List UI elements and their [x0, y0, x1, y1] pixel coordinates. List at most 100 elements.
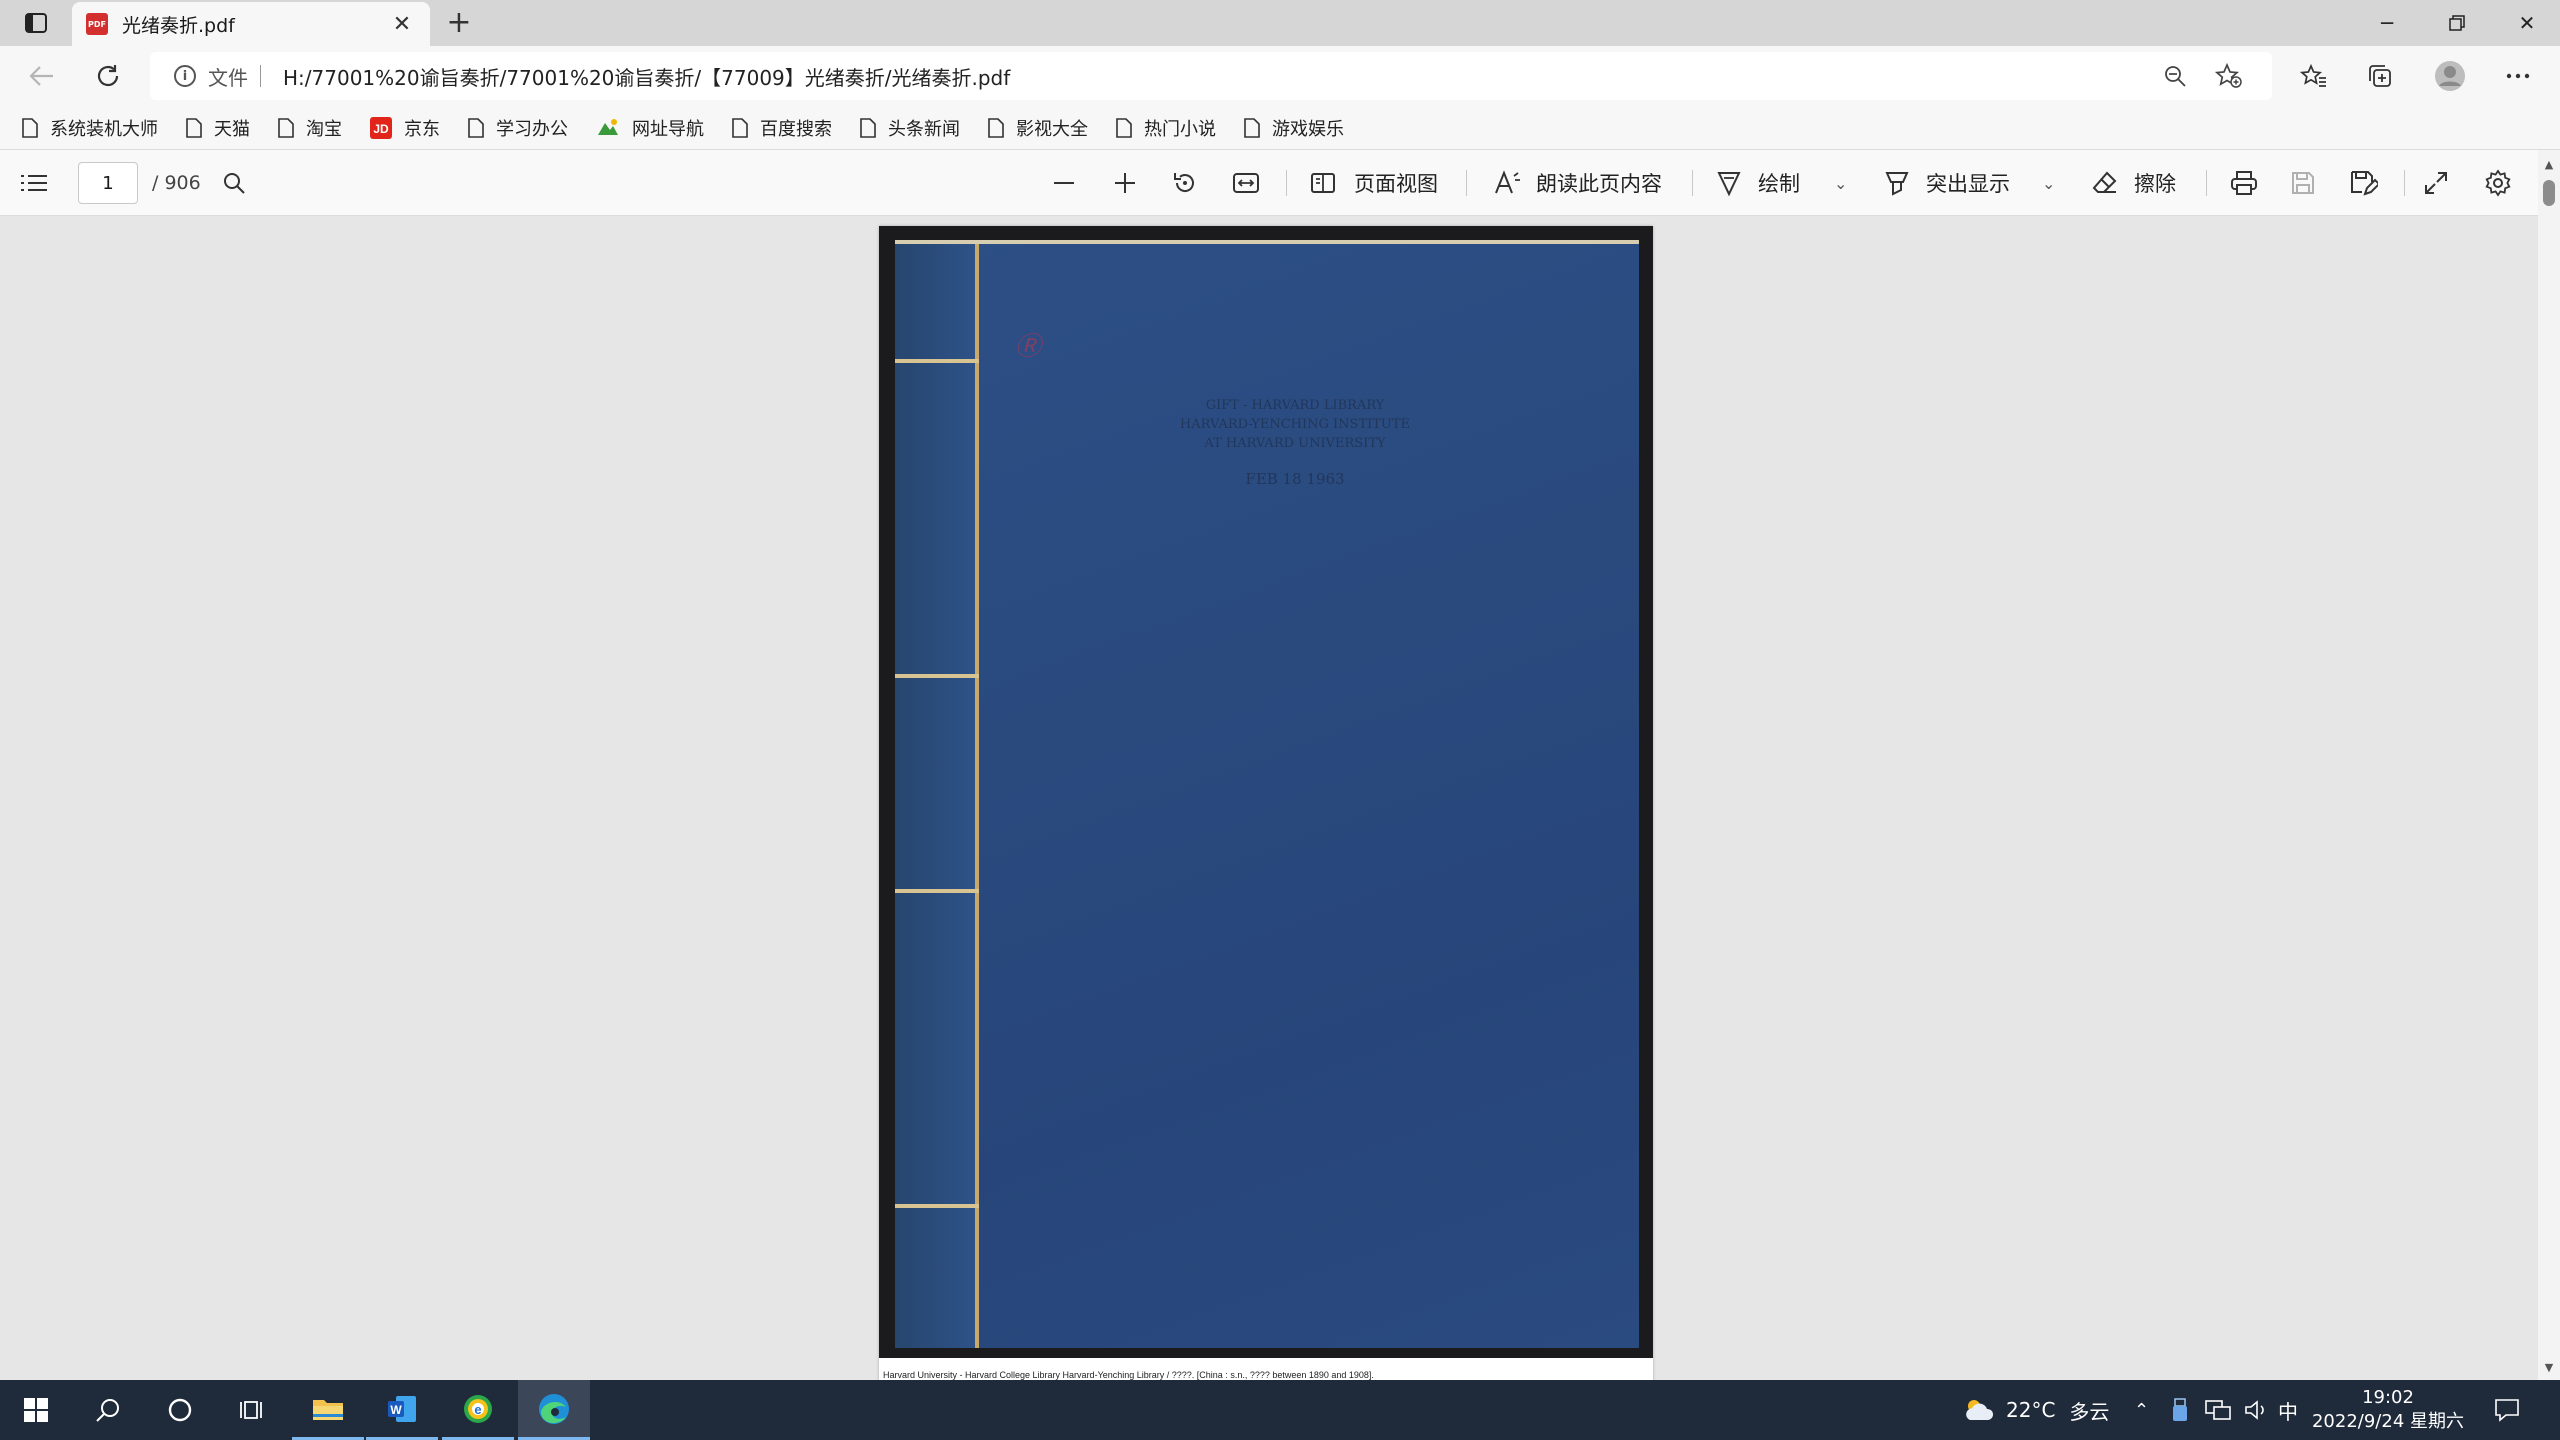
- zoom-out-icon[interactable]: [2156, 57, 2194, 95]
- print-button[interactable]: [2230, 150, 2258, 216]
- input-method-indicator[interactable]: 中: [2278, 1380, 2298, 1440]
- browser-ie-button[interactable]: e: [442, 1380, 514, 1440]
- pdf-settings-button[interactable]: [2484, 150, 2512, 216]
- rotate-icon: [1174, 173, 1194, 192]
- bookmark-item[interactable]: 淘宝: [278, 115, 342, 141]
- word-button[interactable]: W: [366, 1380, 438, 1440]
- search-button[interactable]: [72, 1380, 144, 1440]
- file-explorer-button[interactable]: [292, 1380, 364, 1440]
- library-stamp-date: FEB 18 1963: [1245, 470, 1345, 488]
- address-bar[interactable]: i 文件 H:/77001%20谕旨奏折/77001%20谕旨奏折/【77009…: [150, 52, 2272, 100]
- back-button[interactable]: [22, 56, 62, 96]
- clock-date: 2022/9/24 星期六: [2311, 1411, 2464, 1432]
- page-number-input[interactable]: 1: [78, 162, 138, 204]
- windows-logo-icon: [24, 1398, 48, 1422]
- zoom-out-button[interactable]: [1052, 150, 1076, 216]
- info-icon[interactable]: i: [174, 65, 196, 87]
- profile-button[interactable]: [2430, 56, 2470, 96]
- bookmark-item[interactable]: 游戏娱乐: [1244, 115, 1344, 141]
- page-icon: [988, 117, 1004, 138]
- active-tab[interactable]: PDF 光绪奏折.pdf ✕: [72, 2, 430, 46]
- navigation-bar: i 文件 H:/77001%20谕旨奏折/77001%20谕旨奏折/【77009…: [0, 46, 2560, 106]
- bookmark-item[interactable]: 学习办公: [468, 115, 568, 141]
- scroll-down-icon[interactable]: ▼: [2538, 1361, 2560, 1374]
- scrollbar-thumb[interactable]: [2543, 180, 2555, 206]
- page-view-button[interactable]: 页面视图: [1310, 150, 1438, 216]
- scheme-label: 文件: [208, 65, 248, 90]
- url-text[interactable]: H:/77001%20谕旨奏折/77001%20谕旨奏折/【77009】光绪奏折…: [283, 62, 2140, 91]
- new-tab-button[interactable]: +: [440, 4, 478, 42]
- toolbar-divider: [1286, 170, 1287, 196]
- minus-icon: [1054, 182, 1074, 184]
- fullscreen-button[interactable]: [2424, 150, 2448, 216]
- highlight-options-chevron-icon[interactable]: ⌄: [2042, 150, 2055, 216]
- page-icon: [22, 117, 38, 138]
- edge-button[interactable]: [518, 1380, 590, 1440]
- bookmark-item[interactable]: 影视大全: [988, 115, 1088, 141]
- address-divider: [260, 65, 261, 87]
- toolbar-divider: [1466, 170, 1467, 196]
- bookmark-item[interactable]: 热门小说: [1116, 115, 1216, 141]
- find-button[interactable]: [222, 150, 246, 216]
- system-clock[interactable]: 19:02 2022/9/24 星期六: [2308, 1386, 2468, 1434]
- page-icon: [1244, 117, 1260, 138]
- favorites-icon: [2300, 63, 2326, 87]
- read-aloud-label: 朗读此页内容: [1536, 172, 1662, 196]
- rotate-button[interactable]: [1172, 150, 1198, 216]
- scroll-up-icon[interactable]: ▲: [2538, 158, 2560, 171]
- collections-icon: [2369, 65, 2391, 87]
- svg-text:e: e: [474, 1402, 481, 1417]
- draw-button[interactable]: 绘制: [1716, 150, 1800, 216]
- highlight-icon: [1885, 172, 1909, 196]
- bookmark-label: 淘宝: [306, 118, 342, 140]
- word-icon: W: [388, 1395, 416, 1422]
- draw-options-chevron-icon[interactable]: ⌄: [1834, 150, 1847, 216]
- bookmark-item[interactable]: 网址导航: [596, 115, 704, 141]
- show-hidden-icons-chevron-icon[interactable]: ⌃: [2134, 1380, 2149, 1440]
- highlight-button[interactable]: 突出显示: [1884, 150, 2010, 216]
- notification-center-button[interactable]: [2494, 1380, 2520, 1440]
- tab-actions-button[interactable]: [10, 4, 62, 42]
- toolbar-divider: [2206, 170, 2207, 196]
- vertical-scrollbar[interactable]: ▲ ▼: [2538, 150, 2560, 1380]
- tab-close-icon[interactable]: ✕: [388, 12, 416, 37]
- bookmark-item[interactable]: 系统装机大师: [22, 115, 158, 141]
- bookmark-label: 系统装机大师: [50, 118, 158, 140]
- toolbar-divider: [1692, 170, 1693, 196]
- add-favorite-icon[interactable]: [2210, 57, 2248, 95]
- start-button[interactable]: [0, 1380, 72, 1440]
- avatar-icon: [2435, 61, 2465, 91]
- favorites-button[interactable]: [2294, 56, 2334, 96]
- read-aloud-button[interactable]: 朗读此页内容: [1494, 150, 1662, 216]
- close-icon[interactable]: ✕: [2492, 0, 2560, 46]
- draw-icon: [1717, 172, 1741, 197]
- restore-icon[interactable]: [2422, 0, 2492, 46]
- zoom-in-button[interactable]: [1113, 150, 1137, 216]
- volume-icon[interactable]: [2244, 1380, 2268, 1440]
- bookmark-item[interactable]: JD 京东: [370, 115, 440, 141]
- fit-to-width-button[interactable]: [1232, 150, 1260, 216]
- cortana-button[interactable]: [144, 1380, 216, 1440]
- bookmark-item[interactable]: 头条新闻: [860, 115, 960, 141]
- contents-button[interactable]: [20, 150, 48, 216]
- bookmark-item[interactable]: 百度搜索: [732, 115, 832, 141]
- pdf-page: Ⓡ GIFT - HARVARD LIBRARY HARVARD-YENCHIN…: [879, 226, 1653, 1380]
- cortana-icon: [168, 1398, 192, 1422]
- save-as-button[interactable]: [2350, 150, 2378, 216]
- network-icon[interactable]: [2204, 1380, 2232, 1440]
- minimize-icon[interactable]: ─: [2352, 0, 2422, 46]
- eraser-icon: [2092, 171, 2117, 193]
- more-button[interactable]: [2498, 56, 2538, 96]
- weather-widget[interactable]: 22°C 多云: [1962, 1380, 2109, 1440]
- refresh-button[interactable]: [88, 56, 128, 96]
- bookmark-item[interactable]: 天猫: [186, 115, 250, 141]
- binding-stitch: [895, 889, 979, 893]
- save-button[interactable]: [2291, 150, 2315, 216]
- collections-button[interactable]: [2360, 56, 2400, 96]
- clock-time: 19:02: [2362, 1387, 2414, 1408]
- task-view-button[interactable]: [216, 1380, 288, 1440]
- erase-button[interactable]: 擦除: [2092, 150, 2176, 216]
- pdf-viewer[interactable]: Ⓡ GIFT - HARVARD LIBRARY HARVARD-YENCHIN…: [0, 216, 2560, 1380]
- save-as-icon: [2351, 171, 2378, 196]
- usb-device-icon[interactable]: [2172, 1380, 2188, 1440]
